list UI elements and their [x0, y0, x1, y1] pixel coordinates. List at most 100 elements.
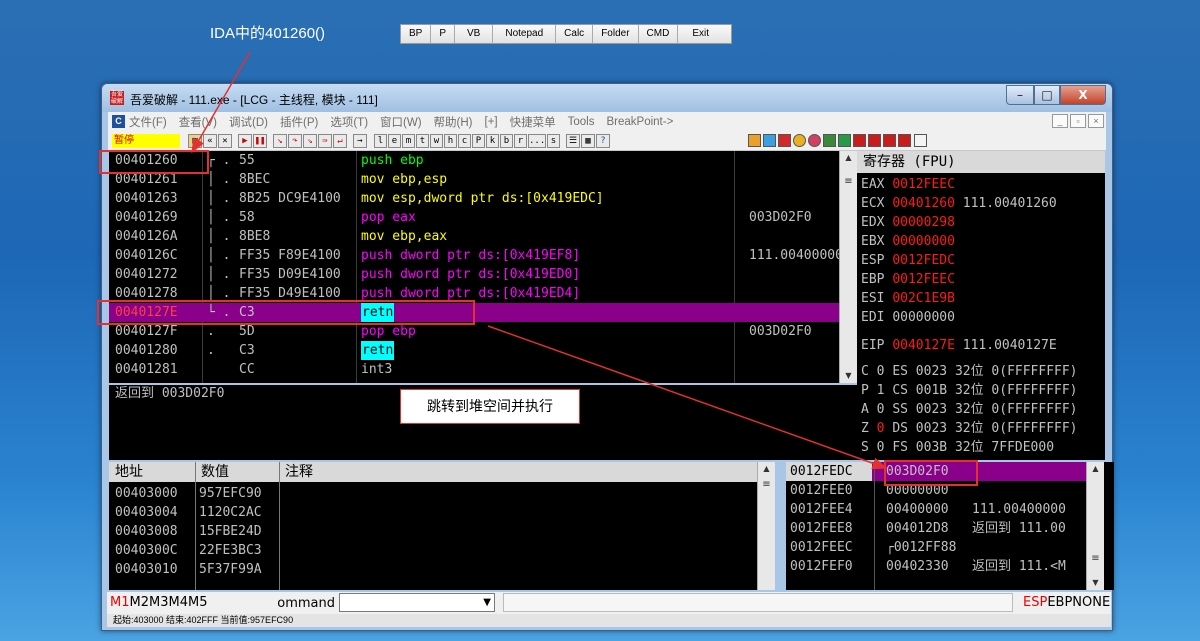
disasm-row[interactable]: 00401269 │ . 58 pop eax 003D02F0 [109, 208, 839, 227]
disasm-row[interactable]: 00401261 │ . 8BEC mov ebp,esp [109, 170, 839, 189]
trace-into-icon[interactable]: ⇘ [303, 134, 317, 148]
tool-h[interactable]: h [444, 134, 457, 148]
plugin-icon-11[interactable] [898, 134, 911, 147]
dump-header-address[interactable]: 地址 [115, 462, 143, 482]
tool-c[interactable]: c [458, 134, 471, 148]
tool-more[interactable]: ... [528, 134, 546, 148]
register-row[interactable]: ESI 002C1E9B [861, 289, 955, 308]
register-row[interactable]: EDI 00000000 [861, 308, 955, 327]
plugin-icon-2[interactable] [763, 134, 776, 147]
disassembly-scrollbar[interactable]: ▲ ≡ ▼ [839, 151, 857, 383]
plugin-icon-5[interactable] [808, 134, 821, 147]
menu-breakpoint[interactable]: BreakPoint-> [606, 116, 673, 128]
open-icon[interactable]: ▣ [188, 134, 202, 148]
command-dropdown-icon[interactable]: ▼ [483, 594, 491, 611]
disasm-row[interactable]: 00401263 │ . 8B25 DC9E4100 mov esp,dword pt… [109, 189, 839, 208]
cpu-icon[interactable]: C [112, 115, 125, 128]
none-label[interactable]: NONE [1072, 595, 1110, 610]
plugin-icon-10[interactable] [883, 134, 896, 147]
m1-tab[interactable]: M1 [110, 595, 130, 610]
dump-scroll-up-icon[interactable]: ▲ [758, 462, 775, 476]
plugin-icon-12[interactable] [914, 134, 927, 147]
menu-view[interactable]: 查看(V) [179, 114, 217, 130]
scroll-down-icon[interactable]: ▼ [840, 369, 857, 383]
plugin-icon-7[interactable] [838, 134, 851, 147]
tool-k[interactable]: k [486, 134, 499, 148]
close-button[interactable]: X [1060, 85, 1106, 105]
trace-over-icon[interactable]: ⇛ [318, 134, 332, 148]
folder-button[interactable]: Folder [593, 25, 639, 43]
segment-row[interactable]: A 0 SS 0023 32位 0(FFFFFFFF) [861, 400, 1078, 419]
stack-row[interactable]: 0012FEE4 00400000 111.00400000 [786, 500, 1100, 519]
disasm-row[interactable]: 00401281 CC int3 [109, 360, 839, 379]
tool-w[interactable]: w [430, 134, 443, 148]
tool-r[interactable]: r [514, 134, 527, 148]
menu-debug[interactable]: 调试(D) [229, 114, 268, 130]
menu-help[interactable]: 帮助(H) [434, 114, 473, 130]
segment-row[interactable]: C 0 ES 0023 32位 0(FFFFFFFF) [861, 362, 1078, 381]
segment-row[interactable]: S 0 FS 003B 32位 7FFDE000 [861, 438, 1054, 457]
notepad-button[interactable]: Notepad [493, 25, 557, 43]
p-button[interactable]: P [431, 25, 456, 43]
disasm-row[interactable]: 0040126A │ . 8BE8 mov ebp,eax [109, 227, 839, 246]
m5-tab[interactable]: M5 [188, 595, 208, 610]
plugin-icon-9[interactable] [868, 134, 881, 147]
register-row[interactable]: EDX 00000298 [861, 213, 955, 232]
command-input[interactable]: ▼ [339, 593, 495, 612]
menu-file[interactable]: 文件(F) [129, 114, 167, 130]
disasm-row[interactable]: 00401260 ┌ . 55 push ebp [109, 151, 839, 170]
m3-tab[interactable]: M3 [149, 595, 169, 610]
plugin-icon-4[interactable] [793, 134, 806, 147]
minimize-button[interactable]: – [1006, 85, 1034, 105]
register-row[interactable]: EBX 00000000 [861, 232, 955, 251]
tool-s[interactable]: s [547, 134, 560, 148]
dump-scroll-thumb[interactable]: ≡ [758, 478, 775, 492]
flag-bit[interactable]: 0 [877, 440, 885, 455]
calc-button[interactable]: Calc [556, 25, 594, 43]
title-bar[interactable]: 吾爱破解 吾爱破解 - 111.exe - [LCG - 主线程, 模块 - 1… [102, 84, 1112, 112]
disassembly-pane[interactable]: 00401260 ┌ . 55 push ebp 00401261 │ . 8BEC mov … [109, 151, 857, 383]
run-icon[interactable]: ▶ [238, 134, 252, 148]
exit-button[interactable]: Exit [678, 25, 731, 43]
scroll-up-icon[interactable]: ▲ [840, 151, 857, 165]
list-icon[interactable]: ☰ [566, 134, 580, 148]
plugin-icon-3[interactable] [778, 134, 791, 147]
scroll-thumb[interactable]: ≡ [840, 175, 857, 189]
menu-options[interactable]: 选项(T) [330, 114, 368, 130]
stack-row[interactable]: 0012FEE8 004012D8 返回到 111.00 [786, 519, 1100, 538]
tool-t[interactable]: t [416, 134, 429, 148]
execute-till-return-icon[interactable]: ↵ [333, 134, 347, 148]
memory-dump-pane[interactable]: 地址 数值 注释 00403000 957EFC90 00403004 1120C2A… [109, 462, 775, 590]
mdi-restore-icon[interactable]: ▫ [1070, 114, 1086, 128]
step-into-icon[interactable]: ↘ [273, 134, 287, 148]
stack-row[interactable]: 0012FEF0 00402330 返回到 111.<M [786, 557, 1100, 576]
m4-tab[interactable]: M4 [169, 595, 189, 610]
tool-p[interactable]: P [472, 134, 485, 148]
register-row[interactable]: EBP 0012FEEC [861, 270, 955, 289]
disasm-row[interactable]: 00401280 . C3 retn [109, 341, 839, 360]
m2-tab[interactable]: M2 [130, 595, 150, 610]
step-over-icon[interactable]: ↷ [288, 134, 302, 148]
flag-bit[interactable]: 0 [877, 402, 885, 417]
flag-bit[interactable]: 1 [877, 383, 885, 398]
esp-label[interactable]: ESP [1023, 595, 1047, 610]
flag-bit[interactable]: 0 [877, 421, 885, 436]
help-icon[interactable]: ? [596, 134, 610, 148]
close-debug-icon[interactable]: ✕ [218, 134, 232, 148]
grid-icon[interactable]: ▦ [581, 134, 595, 148]
segment-row[interactable]: Z 0 DS 0023 32位 0(FFFFFFFF) [861, 419, 1078, 438]
plugin-icon-1[interactable] [748, 134, 761, 147]
cmd-button[interactable]: CMD [638, 25, 679, 43]
tool-m[interactable]: m [402, 134, 415, 148]
mdi-minimize-icon[interactable]: _ [1052, 114, 1068, 128]
disasm-row[interactable]: 0040126C │ . FF35 F89E4100 push dword ptr d… [109, 246, 843, 265]
goto-icon[interactable]: → [353, 134, 367, 148]
stack-scroll-down-icon[interactable]: ▼ [1087, 576, 1104, 590]
stack-scrollbar[interactable]: ▲ ≡ ▼ [1086, 462, 1104, 590]
bp-button[interactable]: BP [401, 25, 432, 43]
menu-tools[interactable]: Tools [568, 116, 595, 128]
tool-l[interactable]: l [374, 134, 387, 148]
mdi-close-icon[interactable]: × [1088, 114, 1104, 128]
eip-row[interactable]: EIP 0040127E 111.0040127E [861, 336, 1057, 355]
stack-scroll-thumb[interactable]: ≡ [1087, 552, 1104, 566]
